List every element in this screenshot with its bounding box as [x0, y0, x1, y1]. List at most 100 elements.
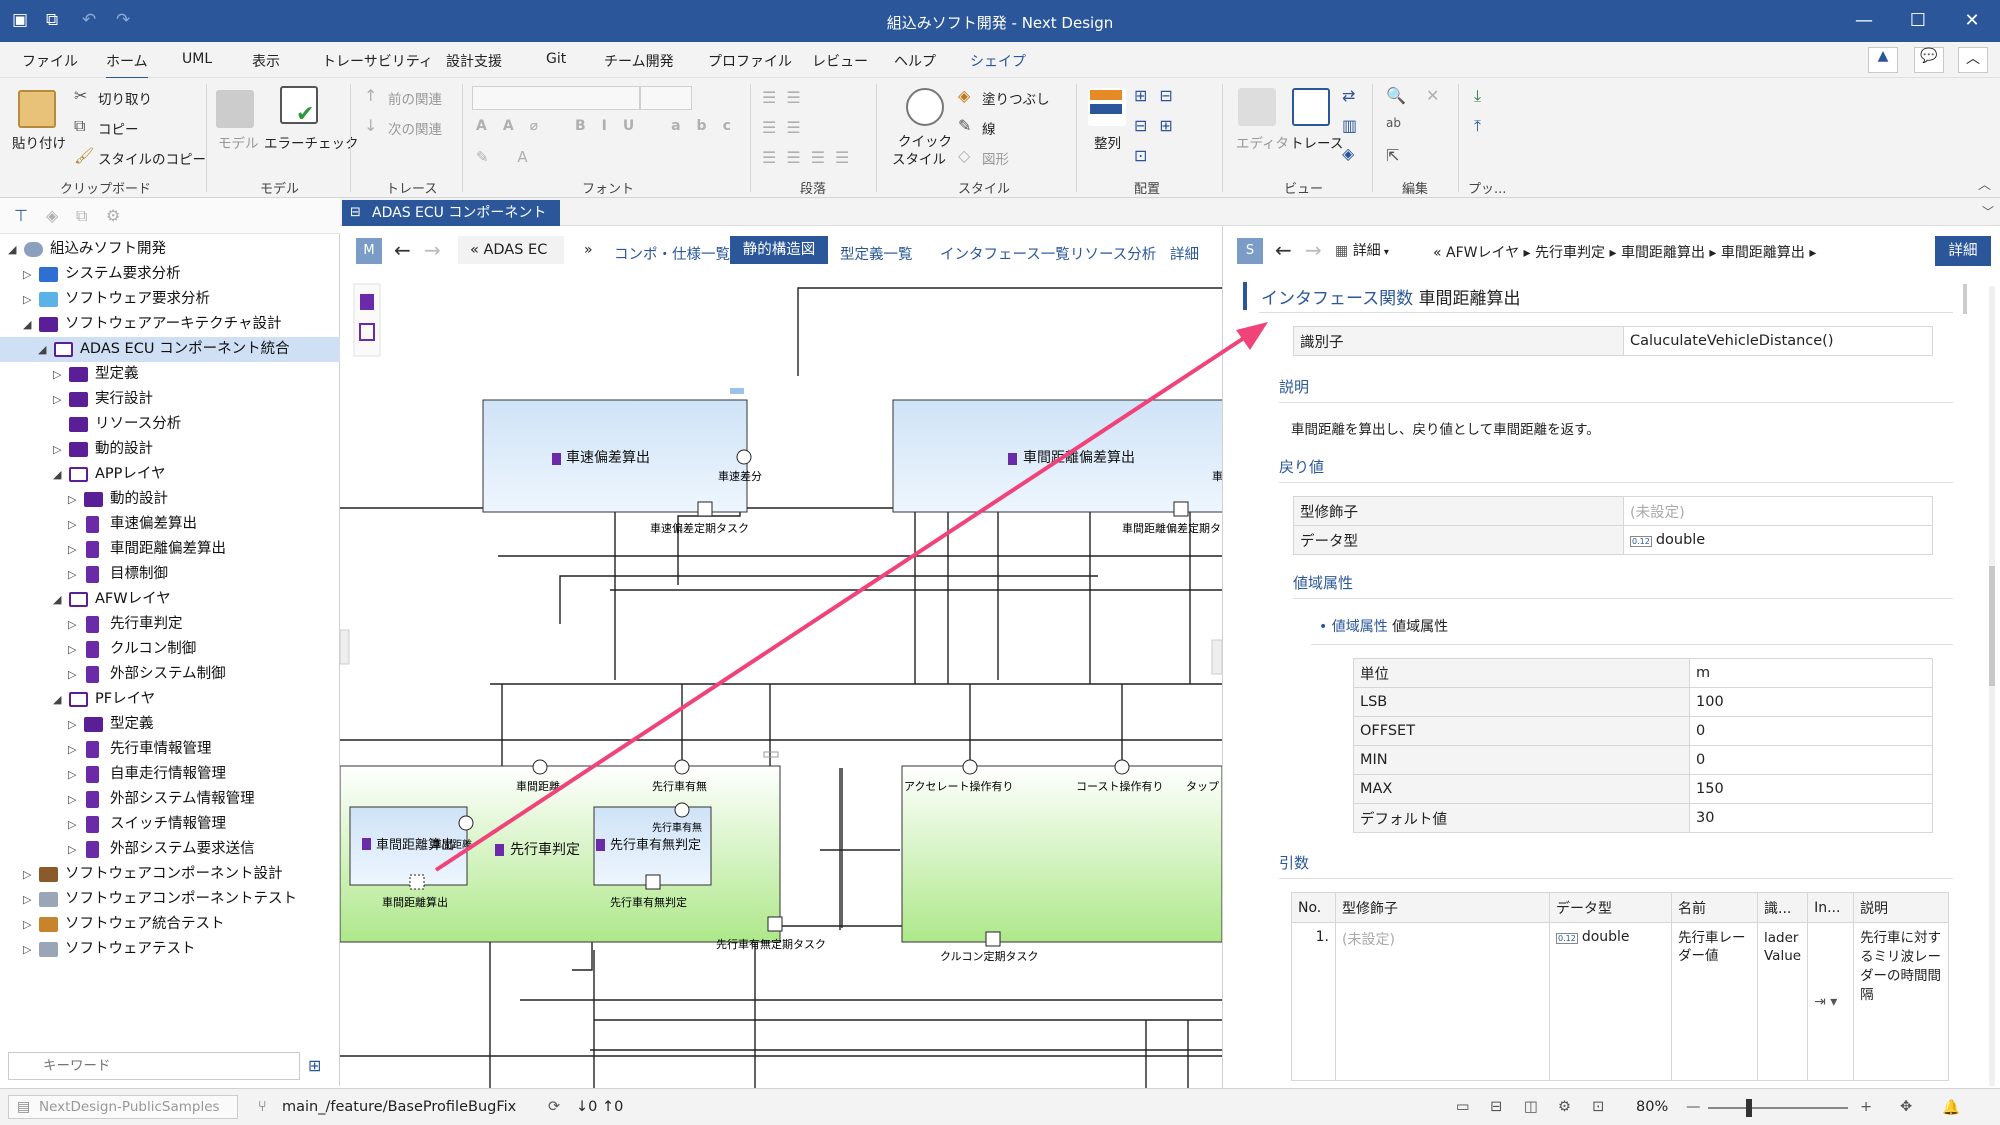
range-row-value[interactable]: 100 — [1689, 687, 1933, 717]
comment-icon[interactable]: 💬 — [1914, 47, 1944, 73]
import-icon[interactable]: ⤓ — [1474, 86, 1481, 106]
navigator-layers-icon[interactable]: ⧉ — [76, 206, 87, 226]
quick-style-label-1[interactable]: クイック — [898, 130, 952, 150]
list-icons[interactable]: ☰☰ — [762, 88, 811, 107]
expand-arrow-icon[interactable]: ▷ — [68, 487, 76, 512]
tree-item[interactable]: ▷ 先行車情報管理 — [0, 737, 340, 762]
zoom-in-icon[interactable]: + — [1860, 1099, 1872, 1115]
menu-shape[interactable]: シェイプ — [970, 51, 1026, 71]
zoom-slider[interactable] — [1708, 1107, 1848, 1109]
arg-type-cell[interactable]: 0.12 double — [1549, 922, 1672, 1081]
detail-view-menu[interactable]: ▦ 詳細 ▾ — [1335, 238, 1401, 264]
expand-arrow-icon[interactable]: ▷ — [68, 787, 76, 812]
error-check-icon[interactable]: ✔ — [280, 86, 318, 127]
tree-item[interactable]: ▷ 車速偏差算出 — [0, 512, 340, 537]
diagram-svg[interactable]: 車速偏差算出 車速差分 車速偏差定期タスク 車間距離偏差算出 車間距離偏差定期タ… — [340, 280, 1222, 1088]
range-row-value[interactable]: 0 — [1689, 745, 1933, 775]
arrange-icons-3[interactable]: ⊡ — [1134, 146, 1147, 165]
tree-item[interactable]: ◢ 組込みソフト開発 — [0, 237, 340, 262]
layout-single-icon[interactable]: ▭ — [1456, 1099, 1470, 1115]
navigator-filter-icon[interactable]: ◈ — [46, 206, 58, 225]
view-tab-component-list[interactable]: コンポ・仕様一覧 — [614, 243, 730, 264]
text-format-icons[interactable]: AA⌀ BIU abc — [476, 118, 747, 134]
tree-item[interactable]: ▷ 動的設計 — [0, 487, 340, 512]
forward-arrow-icon[interactable]: → — [424, 238, 441, 262]
detail-forward-arrow-icon[interactable]: → — [1305, 238, 1322, 262]
expand-arrow-icon[interactable]: ▷ — [68, 662, 76, 687]
next-design-icon[interactable]: ▲ — [1868, 47, 1898, 73]
fill-button[interactable]: 塗りつぶし — [982, 88, 1050, 108]
view-layout-icon[interactable]: ▥ — [1342, 116, 1357, 135]
paste-label[interactable]: 貼り付け — [12, 132, 66, 152]
menu-help[interactable]: ヘルプ — [894, 51, 936, 71]
line-icon[interactable]: ✎ — [958, 116, 971, 135]
expand-arrow-icon[interactable]: ▷ — [53, 362, 61, 387]
align-button[interactable]: 整列 — [1094, 132, 1121, 152]
text-color-icons[interactable]: ✎ A — [476, 148, 540, 166]
navigator-model-icon[interactable]: ⊤ — [14, 206, 28, 225]
trace-view-icon[interactable] — [1292, 88, 1330, 126]
tree-item[interactable]: ▷ 実行設計 — [0, 387, 340, 412]
align-icon[interactable] — [1088, 88, 1126, 126]
tree-item[interactable]: ▷ 外部システム制御 — [0, 662, 340, 687]
menu-uml[interactable]: UML — [182, 51, 212, 67]
zoom-out-icon[interactable]: — — [1686, 1099, 1701, 1115]
menu-traceability[interactable]: トレーサビリティ — [322, 51, 433, 71]
detail-scrollbar-top[interactable] — [1963, 284, 1967, 314]
branch-name[interactable]: main_/feature/BaseProfileBugFix — [282, 1099, 516, 1115]
next-relation-button[interactable]: 次の関連 — [388, 118, 442, 138]
style-copy-button[interactable]: スタイルのコピー — [98, 148, 206, 168]
font-family-select[interactable] — [472, 86, 640, 110]
tree-item[interactable]: ▷ 車間距離偏差算出 — [0, 537, 340, 562]
args-col-id[interactable]: 識... — [1756, 892, 1809, 923]
menu-review[interactable]: レビュー — [812, 51, 868, 71]
range-row-value[interactable]: 0 — [1689, 716, 1933, 746]
quick-style-icon[interactable] — [906, 88, 944, 126]
expand-arrow-icon[interactable]: ▷ — [68, 612, 76, 637]
port-preceding-presence[interactable] — [674, 759, 690, 775]
paste-icon[interactable] — [18, 90, 56, 128]
tab-list-icon[interactable]: ﹀ — [1982, 203, 1994, 220]
port-distance-task[interactable] — [1173, 501, 1189, 517]
tree-item[interactable]: ▷ ソフトウェア統合テスト — [0, 912, 340, 937]
expand-arrow-icon[interactable]: ▷ — [53, 437, 61, 462]
tree-item[interactable]: ▷ ソフトウェアコンポーネント設計 — [0, 862, 340, 887]
tree-item[interactable]: ◢ APPレイヤ — [0, 462, 340, 487]
detail-back-arrow-icon[interactable]: ← — [1275, 238, 1292, 262]
collapse-arrow-icon[interactable]: ◢ — [53, 462, 61, 487]
collapse-ribbon-arrow-icon[interactable]: ︿ — [1978, 174, 1991, 193]
port-distance-calc-selected[interactable] — [409, 874, 425, 890]
keyword-search-box[interactable] — [8, 1052, 300, 1080]
repository-indicator[interactable]: ▤ NextDesign-PublicSamples — [8, 1095, 238, 1119]
collapse-ribbon-icon[interactable]: ︿ — [1958, 47, 1988, 73]
tree-item[interactable]: ▷ スイッチ情報管理 — [0, 812, 340, 837]
format-painter-icon[interactable]: 🖌 — [74, 146, 94, 165]
canvas-right-collapse-handle[interactable] — [1211, 639, 1222, 675]
delete-icon[interactable]: ✕ — [1426, 86, 1439, 105]
copy-button[interactable]: コピー — [98, 118, 139, 138]
expand-arrow-icon[interactable]: ▷ — [68, 512, 76, 537]
tree-item[interactable]: ▷ 型定義 — [0, 362, 340, 387]
description-text[interactable]: 車間距離を算出し、戻り値として車間距離を返す。 — [1291, 418, 1600, 438]
args-col-type[interactable]: データ型 — [1549, 892, 1672, 923]
canvas-left-collapse-handle[interactable] — [340, 629, 350, 665]
args-col-name[interactable]: 名前 — [1671, 892, 1758, 923]
menu-view[interactable]: 表示 — [252, 51, 280, 71]
tree-item[interactable]: ▷ 自車走行情報管理 — [0, 762, 340, 787]
tree-item[interactable]: ▷ 型定義 — [0, 712, 340, 737]
expand-arrow-icon[interactable]: ▷ — [68, 812, 76, 837]
expand-arrow-icon[interactable]: ▷ — [68, 562, 76, 587]
inner-port-preceding-presence[interactable] — [674, 802, 690, 818]
expand-arrow-icon[interactable]: ▷ — [23, 912, 31, 937]
tree-item[interactable]: ▷ ソフトウェアコンポーネントテスト — [0, 887, 340, 912]
arrange-icons[interactable]: ⊞⊟ — [1134, 86, 1185, 105]
return-type-cell[interactable]: 0.12 double — [1623, 525, 1933, 555]
menu-home[interactable]: ホーム — [106, 51, 148, 79]
collapse-arrow-icon[interactable]: ◢ — [23, 312, 31, 337]
expand-arrow-icon[interactable]: ▷ — [23, 262, 31, 287]
breadcrumb-preceding-judgement[interactable]: 先行車判定 — [1535, 245, 1605, 261]
collapse-arrow-icon[interactable]: ◢ — [8, 237, 16, 262]
port-speed-task[interactable] — [697, 501, 713, 517]
fit-to-window-icon[interactable]: ✥ — [1900, 1099, 1912, 1115]
model-button[interactable]: モデル — [218, 132, 259, 152]
